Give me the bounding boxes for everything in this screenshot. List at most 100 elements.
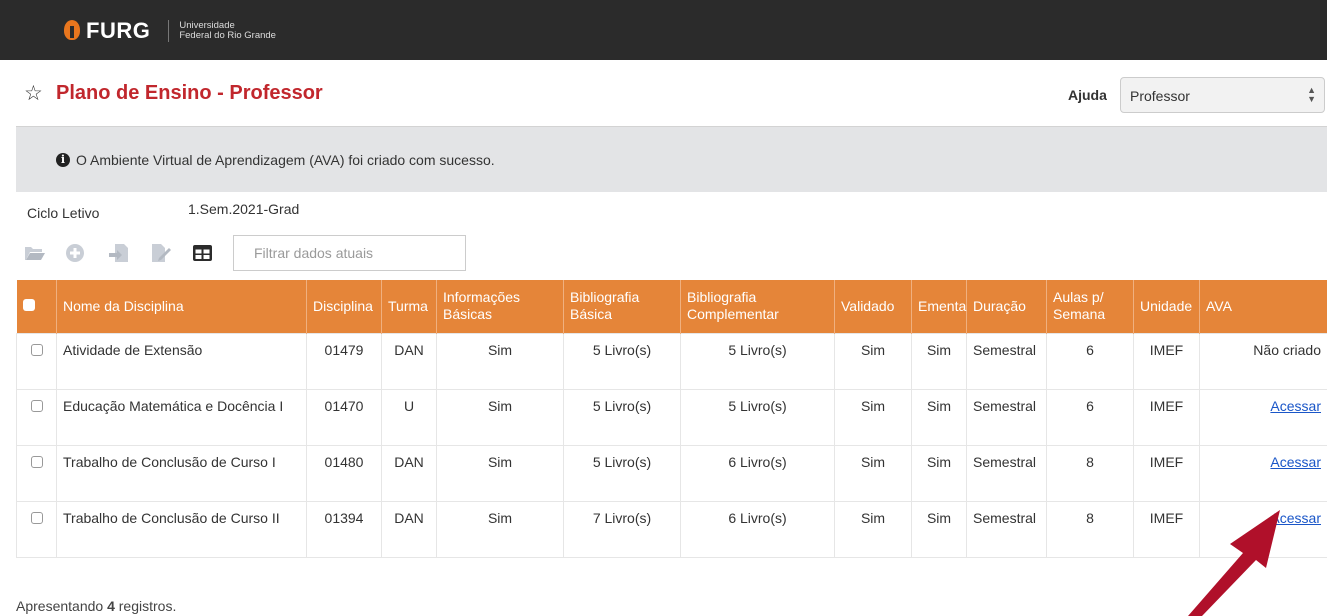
- row-checkbox-cell[interactable]: [16, 332, 57, 390]
- table-row: Trabalho de Conclusão de Curso II 01394 …: [16, 500, 1327, 558]
- header-bib-basica[interactable]: Bibliografia Básica: [563, 280, 681, 333]
- cell-disciplina: 01470: [306, 388, 382, 446]
- cell-nome: Trabalho de Conclusão de Curso II: [56, 500, 307, 558]
- info-icon: i: [56, 153, 70, 167]
- cell-ementa: Sim: [911, 500, 967, 558]
- select-arrows-icon: ▲ ▼: [1307, 85, 1316, 104]
- plus-circle-icon[interactable]: [65, 243, 87, 263]
- logo-subtitle-line2: Federal do Rio Grande: [179, 30, 276, 41]
- cell-ementa: Sim: [911, 388, 967, 446]
- cell-ava: Acessar: [1199, 388, 1327, 446]
- records-suffix: registros.: [118, 598, 177, 614]
- cell-info: Sim: [436, 332, 564, 390]
- table-row: Atividade de Extensão 01479 DAN Sim 5 Li…: [16, 332, 1327, 390]
- row-checkbox[interactable]: [30, 343, 43, 356]
- cell-ava-status: Não criado: [1199, 332, 1327, 390]
- star-icon[interactable]: ☆: [24, 81, 43, 106]
- cell-bib-comp: 6 Livro(s): [680, 444, 835, 502]
- cell-unidade: IMEF: [1133, 444, 1200, 502]
- success-alert: i O Ambiente Virtual de Aprendizagem (AV…: [16, 126, 1327, 192]
- cell-duracao: Semestral: [966, 444, 1047, 502]
- cell-turma: DAN: [381, 500, 437, 558]
- cell-ementa: Sim: [911, 444, 967, 502]
- header-bib-complementar[interactable]: Bibliografia Complementar: [680, 280, 835, 333]
- ciclo-letivo-value: 1.Sem.2021-Grad: [188, 201, 300, 217]
- select-all-checkbox[interactable]: [22, 298, 35, 311]
- furg-flame-icon: [62, 20, 82, 42]
- cell-turma: DAN: [381, 332, 437, 390]
- filter-input[interactable]: [233, 235, 466, 271]
- cell-info: Sim: [436, 444, 564, 502]
- import-document-icon[interactable]: [108, 243, 130, 263]
- cell-nome: Educação Matemática e Docência I: [56, 388, 307, 446]
- header-disciplina[interactable]: Disciplina: [306, 280, 382, 333]
- acessar-link[interactable]: Acessar: [1270, 398, 1321, 414]
- top-navbar: FURG Universidade Federal do Rio Grande: [0, 0, 1327, 60]
- cell-aulas: 6: [1046, 388, 1134, 446]
- row-checkbox-cell[interactable]: [16, 388, 57, 446]
- cell-ava: Acessar: [1199, 500, 1327, 558]
- table-row: Trabalho de Conclusão de Curso I 01480 D…: [16, 444, 1327, 502]
- cell-duracao: Semestral: [966, 332, 1047, 390]
- cell-bib-comp: 5 Livro(s): [680, 388, 835, 446]
- table-header-row: Nome da Disciplina Disciplina Turma Info…: [16, 280, 1327, 333]
- header-informacoes[interactable]: Informações Básicas: [436, 280, 564, 333]
- records-prefix: Apresentando: [16, 598, 104, 614]
- profile-select[interactable]: Professor ▲ ▼: [1120, 77, 1325, 113]
- cell-ementa: Sim: [911, 332, 967, 390]
- cell-bib-comp: 5 Livro(s): [680, 332, 835, 390]
- table-row: Educação Matemática e Docência I 01470 U…: [16, 388, 1327, 446]
- cell-disciplina: 01480: [306, 444, 382, 502]
- profile-select-value: Professor: [1130, 88, 1190, 104]
- cell-unidade: IMEF: [1133, 388, 1200, 446]
- cell-aulas: 6: [1046, 332, 1134, 390]
- table-grid-icon[interactable]: [192, 243, 214, 263]
- ciclo-letivo-label: Ciclo Letivo: [27, 205, 100, 221]
- cell-validado: Sim: [834, 332, 912, 390]
- logo-text: FURG: [86, 18, 151, 43]
- cell-unidade: IMEF: [1133, 500, 1200, 558]
- cell-duracao: Semestral: [966, 388, 1047, 446]
- cell-duracao: Semestral: [966, 500, 1047, 558]
- row-checkbox-cell[interactable]: [16, 500, 57, 558]
- disciplinas-table: Nome da Disciplina Disciplina Turma Info…: [16, 280, 1327, 558]
- cell-validado: Sim: [834, 500, 912, 558]
- header-nome[interactable]: Nome da Disciplina: [56, 280, 307, 333]
- header-duracao[interactable]: Duração: [966, 280, 1047, 333]
- row-checkbox[interactable]: [30, 511, 43, 524]
- acessar-link[interactable]: Acessar: [1270, 454, 1321, 470]
- header-ementa[interactable]: Ementa: [911, 280, 967, 333]
- cell-info: Sim: [436, 500, 564, 558]
- edit-document-icon[interactable]: [150, 243, 172, 263]
- cell-turma: U: [381, 388, 437, 446]
- cell-validado: Sim: [834, 444, 912, 502]
- row-checkbox-cell[interactable]: [16, 444, 57, 502]
- acessar-link[interactable]: Acessar: [1270, 510, 1321, 526]
- select-all-cell[interactable]: [16, 280, 57, 333]
- cell-disciplina: 01394: [306, 500, 382, 558]
- header-unidade[interactable]: Unidade: [1133, 280, 1200, 333]
- header-turma[interactable]: Turma: [381, 280, 437, 333]
- cell-bib-basica: 5 Livro(s): [563, 388, 681, 446]
- cell-turma: DAN: [381, 444, 437, 502]
- records-summary: Apresentando 4 registros.: [16, 598, 176, 614]
- cell-bib-basica: 7 Livro(s): [563, 500, 681, 558]
- logo-divider: [168, 20, 170, 42]
- header-aulas[interactable]: Aulas p/ Semana: [1046, 280, 1134, 333]
- cell-disciplina: 01479: [306, 332, 382, 390]
- row-checkbox[interactable]: [30, 455, 43, 468]
- logo-subtitle: Universidade Federal do Rio Grande: [179, 21, 276, 41]
- header-validado[interactable]: Validado: [834, 280, 912, 333]
- furg-logo[interactable]: FURG Universidade Federal do Rio Grande: [62, 18, 276, 44]
- cell-ava: Acessar: [1199, 444, 1327, 502]
- ajuda-label[interactable]: Ajuda: [1068, 87, 1107, 103]
- row-checkbox[interactable]: [30, 399, 43, 412]
- cell-info: Sim: [436, 388, 564, 446]
- page-title: Plano de Ensino - Professor: [56, 82, 323, 104]
- folder-open-icon[interactable]: [24, 243, 46, 263]
- cell-nome: Atividade de Extensão: [56, 332, 307, 390]
- cell-aulas: 8: [1046, 444, 1134, 502]
- header-ava[interactable]: AVA: [1199, 280, 1327, 333]
- cell-validado: Sim: [834, 388, 912, 446]
- records-count: 4: [107, 598, 115, 614]
